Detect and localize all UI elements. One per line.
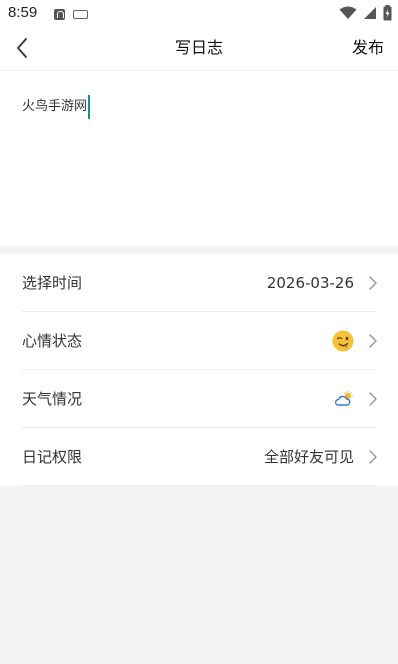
diary-text-input[interactable]: 火鸟手游网 <box>22 95 91 119</box>
publish-button[interactable]: 发布 <box>352 26 384 70</box>
chevron-right-icon <box>369 392 377 406</box>
weather-label: 天气情况 <box>22 390 83 408</box>
wifi-icon <box>339 6 357 19</box>
settings-list: 选择时间 2026-03-26 心情状态 天气情况 日记权限 全部好友可见 <box>0 254 398 486</box>
status-bar: 8:59 <box>0 0 398 26</box>
page-title: 写日志 <box>174 38 223 57</box>
status-icons <box>339 5 392 21</box>
partly-cloudy-icon <box>334 391 353 406</box>
diary-permission-value: 全部好友可见 <box>263 448 354 466</box>
nav-bar: 写日志 发布 <box>0 26 398 71</box>
chevron-right-icon <box>369 276 377 290</box>
cellular-signal-icon <box>364 7 376 19</box>
weather-row[interactable]: 天气情况 <box>0 370 398 428</box>
mood-value <box>332 312 354 370</box>
winking-face-icon <box>332 330 354 352</box>
diary-text: 火鸟手游网 <box>22 99 88 114</box>
battery-icon <box>383 5 392 21</box>
chevron-right-icon <box>369 334 377 348</box>
diary-editor[interactable]: 火鸟手游网 <box>0 71 398 246</box>
select-time-row[interactable]: 选择时间 2026-03-26 <box>0 254 398 312</box>
chevron-right-icon <box>369 450 377 464</box>
select-time-label: 选择时间 <box>22 274 83 292</box>
text-caret <box>88 95 91 119</box>
chevron-left-icon <box>17 38 27 58</box>
diary-permission-row[interactable]: 日记权限 全部好友可见 <box>0 428 398 486</box>
select-time-value: 2026-03-26 <box>266 274 354 292</box>
notification-a-icon <box>54 9 65 20</box>
back-button[interactable] <box>8 34 36 62</box>
mood-status-label: 心情状态 <box>22 332 83 350</box>
status-time: 8:59 <box>8 4 38 21</box>
diary-permission-label: 日记权限 <box>22 448 83 466</box>
row-divider <box>22 485 376 486</box>
weather-value <box>334 370 354 428</box>
mood-status-row[interactable]: 心情状态 <box>0 312 398 370</box>
keyboard-icon <box>73 10 88 19</box>
